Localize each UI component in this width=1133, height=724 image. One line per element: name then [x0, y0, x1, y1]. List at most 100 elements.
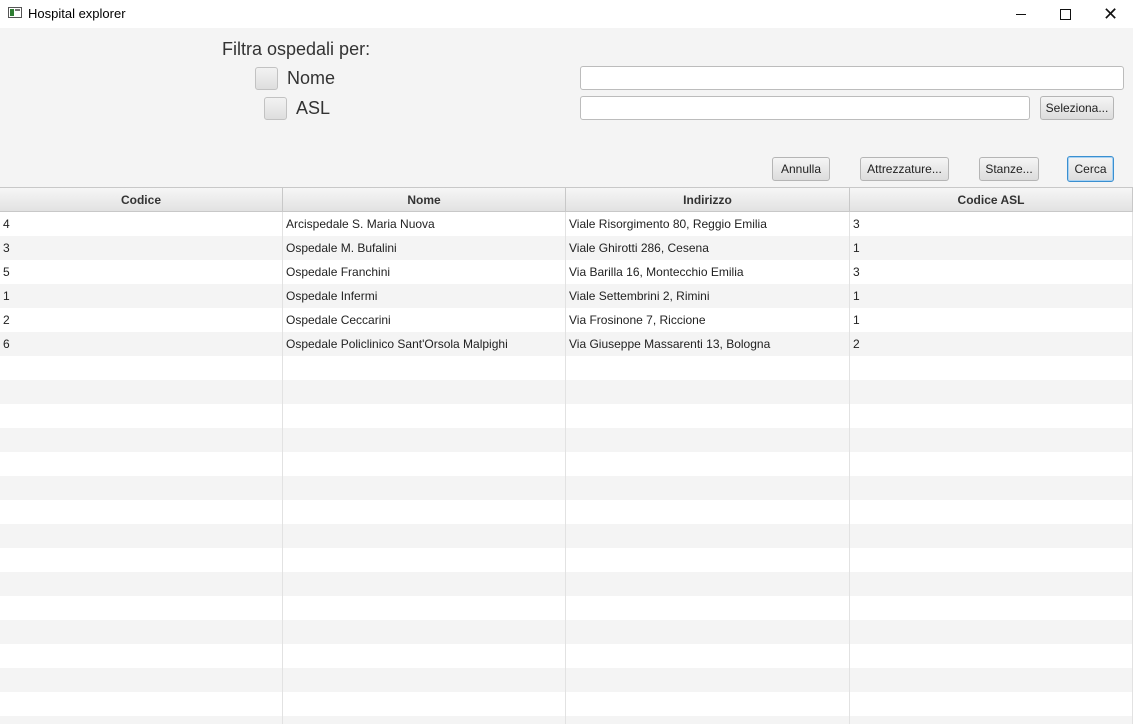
- close-button[interactable]: ✕: [1088, 0, 1133, 28]
- empty-cell: [283, 380, 566, 404]
- cell-indirizzo: Via Giuseppe Massarenti 13, Bologna: [566, 332, 850, 356]
- column-header-nome[interactable]: Nome: [283, 188, 566, 211]
- empty-cell: [850, 644, 1133, 668]
- window-title: Hospital explorer: [28, 6, 126, 21]
- maximize-button[interactable]: [1043, 0, 1088, 28]
- cell-codice: 1: [0, 284, 283, 308]
- empty-cell: [850, 572, 1133, 596]
- empty-row: [0, 380, 1133, 404]
- empty-cell: [0, 476, 283, 500]
- title-bar: Hospital explorer ✕: [0, 0, 1133, 28]
- empty-cell: [850, 452, 1133, 476]
- empty-cell: [566, 692, 850, 716]
- empty-cell: [283, 476, 566, 500]
- empty-cell: [0, 668, 283, 692]
- empty-cell: [283, 572, 566, 596]
- cell-codice-asl: 1: [850, 308, 1133, 332]
- empty-cell: [0, 692, 283, 716]
- empty-cell: [283, 452, 566, 476]
- empty-cell: [566, 620, 850, 644]
- cell-nome: Arcispedale S. Maria Nuova: [283, 212, 566, 236]
- table-row[interactable]: 6 Ospedale Policlinico Sant'Orsola Malpi…: [0, 332, 1133, 356]
- cell-codice-asl: 1: [850, 284, 1133, 308]
- table-row[interactable]: 2 Ospedale Ceccarini Via Frosinone 7, Ri…: [0, 308, 1133, 332]
- annulla-button[interactable]: Annulla: [772, 157, 830, 181]
- asl-checkbox-label[interactable]: ASL: [296, 98, 330, 119]
- filter-heading: Filtra ospedali per:: [222, 39, 371, 59]
- table-row[interactable]: 1 Ospedale Infermi Viale Settembrini 2, …: [0, 284, 1133, 308]
- empty-row: [0, 572, 1133, 596]
- cell-nome: Ospedale Policlinico Sant'Orsola Malpigh…: [283, 332, 566, 356]
- empty-cell: [850, 524, 1133, 548]
- empty-cell: [566, 452, 850, 476]
- nome-checkbox[interactable]: [255, 67, 278, 90]
- stanze-button[interactable]: Stanze...: [979, 157, 1039, 181]
- maximize-icon: [1060, 8, 1071, 20]
- cell-codice: 5: [0, 260, 283, 284]
- column-header-codice[interactable]: Codice: [0, 188, 283, 211]
- column-header-codice-asl[interactable]: Codice ASL: [850, 188, 1133, 211]
- empty-cell: [566, 596, 850, 620]
- app-icon: [8, 7, 22, 18]
- empty-cell: [850, 476, 1133, 500]
- cell-codice: 3: [0, 236, 283, 260]
- hospital-table[interactable]: Codice Nome Indirizzo Codice ASL 4 Arcis…: [0, 187, 1133, 724]
- empty-cell: [283, 620, 566, 644]
- empty-row: [0, 692, 1133, 716]
- empty-cell: [850, 548, 1133, 572]
- cell-codice-asl: 2: [850, 332, 1133, 356]
- attrezzature-button[interactable]: Attrezzature...: [860, 157, 949, 181]
- close-icon: ✕: [1102, 4, 1119, 24]
- cell-nome: Ospedale Infermi: [283, 284, 566, 308]
- empty-cell: [566, 524, 850, 548]
- empty-cell: [566, 668, 850, 692]
- table-row[interactable]: 3 Ospedale M. Bufalini Viale Ghirotti 28…: [0, 236, 1133, 260]
- empty-cell: [0, 452, 283, 476]
- empty-row: [0, 476, 1133, 500]
- cell-indirizzo: Viale Risorgimento 80, Reggio Emilia: [566, 212, 850, 236]
- cerca-button[interactable]: Cerca: [1067, 156, 1114, 182]
- empty-cell: [0, 500, 283, 524]
- empty-row: [0, 404, 1133, 428]
- minimize-button[interactable]: [998, 0, 1043, 28]
- table-header: Codice Nome Indirizzo Codice ASL: [0, 188, 1133, 212]
- asl-checkbox[interactable]: [264, 97, 287, 120]
- cell-indirizzo: Via Frosinone 7, Riccione: [566, 308, 850, 332]
- empty-row: [0, 548, 1133, 572]
- empty-cell: [850, 620, 1133, 644]
- empty-row: [0, 500, 1133, 524]
- table-row[interactable]: 5 Ospedale Franchini Via Barilla 16, Mon…: [0, 260, 1133, 284]
- cell-indirizzo: Viale Settembrini 2, Rimini: [566, 284, 850, 308]
- nome-input[interactable]: [580, 66, 1124, 90]
- empty-cell: [850, 428, 1133, 452]
- asl-input[interactable]: [580, 96, 1030, 120]
- empty-row: [0, 524, 1133, 548]
- empty-cell: [566, 380, 850, 404]
- empty-cell: [566, 356, 850, 380]
- empty-cell: [566, 404, 850, 428]
- empty-row: [0, 428, 1133, 452]
- empty-cell: [283, 356, 566, 380]
- nome-checkbox-label[interactable]: Nome: [287, 68, 335, 89]
- empty-cell: [850, 380, 1133, 404]
- cell-nome: Ospedale Ceccarini: [283, 308, 566, 332]
- empty-row: [0, 620, 1133, 644]
- empty-cell: [0, 620, 283, 644]
- empty-cell: [0, 404, 283, 428]
- cell-codice: 4: [0, 212, 283, 236]
- cell-codice-asl: 3: [850, 260, 1133, 284]
- seleziona-button[interactable]: Seleziona...: [1040, 96, 1114, 120]
- empty-cell: [0, 644, 283, 668]
- column-header-indirizzo[interactable]: Indirizzo: [566, 188, 850, 211]
- empty-cell: [283, 596, 566, 620]
- cell-indirizzo: Via Barilla 16, Montecchio Emilia: [566, 260, 850, 284]
- table-row[interactable]: 4 Arcispedale S. Maria Nuova Viale Risor…: [0, 212, 1133, 236]
- table-body: 4 Arcispedale S. Maria Nuova Viale Risor…: [0, 212, 1133, 724]
- empty-cell: [850, 596, 1133, 620]
- empty-cell: [0, 524, 283, 548]
- cell-codice: 2: [0, 308, 283, 332]
- empty-cell: [850, 404, 1133, 428]
- cell-codice-asl: 3: [850, 212, 1133, 236]
- empty-cell: [0, 548, 283, 572]
- empty-row: [0, 452, 1133, 476]
